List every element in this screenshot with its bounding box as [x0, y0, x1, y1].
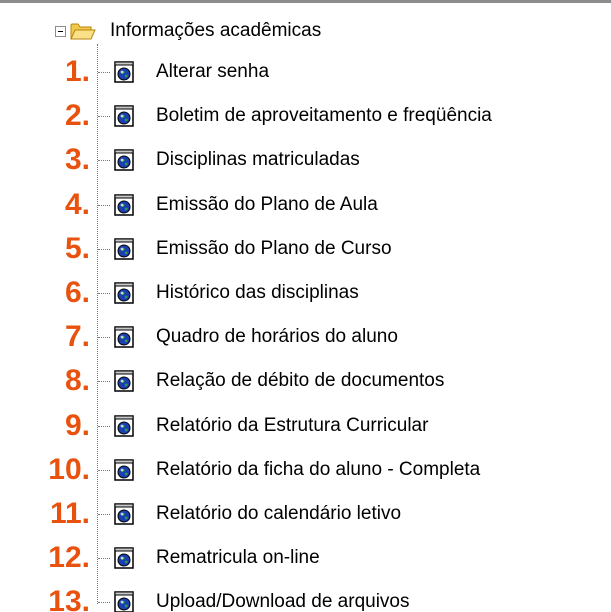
- folder-informacoes-academicas[interactable]: Informações acadêmicas: [55, 12, 321, 50]
- item-number: 7.: [64, 320, 90, 354]
- top-border: [0, 0, 611, 3]
- item-number: 5.: [64, 231, 90, 265]
- tree-branch: [98, 72, 110, 73]
- item-number: 1.: [64, 55, 90, 88]
- menu-item[interactable]: 13. Upload/Download de arquivos: [0, 582, 611, 612]
- item-number: 9.: [64, 408, 90, 442]
- item-label: Relatório do calendário letivo: [156, 503, 402, 524]
- globe-page-icon: [114, 414, 134, 437]
- item-label: Alterar senha: [156, 61, 270, 82]
- menu-item[interactable]: 10. Relatório da ficha do aluno - Complet…: [0, 450, 611, 490]
- minus-box-icon[interactable]: [55, 25, 66, 37]
- tree-branch: [98, 337, 110, 339]
- globe-page-icon: [114, 105, 134, 127]
- item-number: 11.: [49, 497, 90, 530]
- tree-branch: [98, 381, 110, 383]
- item-label: Emissão do Plano de Curso: [156, 237, 392, 259]
- menu-item[interactable]: 4. Emissão do Plano de Aula: [0, 185, 611, 225]
- globe-page-icon: [114, 238, 134, 260]
- item-number: 4.: [64, 187, 90, 221]
- tree-branch: [98, 425, 110, 427]
- item-label: Emissão do Plano de Aula: [156, 193, 378, 215]
- tree-branch: [98, 602, 110, 604]
- globe-page-icon: [114, 459, 134, 481]
- item-label: Histórico das disciplinas: [156, 282, 359, 303]
- menu-item[interactable]: 3. Disciplinas matriculadas: [0, 140, 611, 180]
- tree-branch: [98, 293, 110, 294]
- menu-item[interactable]: 7. Quadro de horários do aluno: [0, 317, 611, 357]
- folder-label: Informações acadêmicas: [110, 20, 322, 41]
- item-number: 10.: [48, 452, 90, 486]
- tree-branch: [98, 204, 110, 206]
- globe-page-icon: [114, 503, 134, 525]
- item-number: 12.: [48, 541, 90, 575]
- menu-item[interactable]: 12. Rematricula on-line: [0, 538, 611, 578]
- item-number: 13.: [48, 585, 90, 612]
- globe-page-icon: [114, 591, 134, 612]
- tree-branch: [98, 248, 110, 250]
- item-label: Relatório da Estrutura Curricular: [156, 414, 429, 436]
- item-label: Rematricula on-line: [156, 547, 320, 569]
- globe-page-icon: [114, 61, 134, 83]
- globe-page-icon: [114, 282, 134, 304]
- menu-item[interactable]: 5. Emissão do Plano de Curso: [0, 229, 611, 269]
- tree-branch: [98, 160, 110, 162]
- item-number: 3.: [64, 143, 90, 177]
- menu-item[interactable]: 9. Relatório da Estrutura Curricular: [0, 406, 611, 446]
- globe-page-icon: [114, 547, 134, 569]
- menu-item[interactable]: 2. Boletim de aproveitamento e freqüência: [0, 96, 611, 136]
- item-label: Upload/Download de arquivos: [156, 591, 410, 612]
- folder-open-icon: [70, 23, 96, 40]
- globe-page-icon: [114, 370, 134, 393]
- menu-item[interactable]: 11. Relatório do calendário letivo: [0, 494, 611, 534]
- item-number: 2.: [64, 99, 90, 133]
- globe-page-icon: [114, 326, 134, 348]
- menu-tree-panel: Informações acadêmicas 1. Alterar senha 2.…: [0, 0, 611, 612]
- tree-branch: [98, 558, 110, 560]
- globe-page-icon: [114, 149, 134, 172]
- item-label: Relação de débito de documentos: [156, 370, 445, 392]
- tree-branch: [98, 469, 110, 471]
- tree-branch: [98, 514, 110, 515]
- menu-item[interactable]: 1. Alterar senha: [0, 52, 611, 92]
- item-label: Quadro de horários do aluno: [156, 326, 398, 348]
- item-label: Boletim de aproveitamento e freqüência: [156, 105, 492, 127]
- tree-branch: [98, 116, 110, 118]
- item-label: Relatório da ficha do aluno - Completa: [156, 458, 481, 480]
- item-number: 6.: [64, 276, 90, 309]
- globe-page-icon: [114, 193, 134, 216]
- item-number: 8.: [64, 364, 90, 398]
- menu-item[interactable]: 6. Histórico das disciplinas: [0, 273, 611, 313]
- item-label: Disciplinas matriculadas: [156, 149, 360, 171]
- menu-item[interactable]: 8. Relação de débito de documentos: [0, 361, 611, 401]
